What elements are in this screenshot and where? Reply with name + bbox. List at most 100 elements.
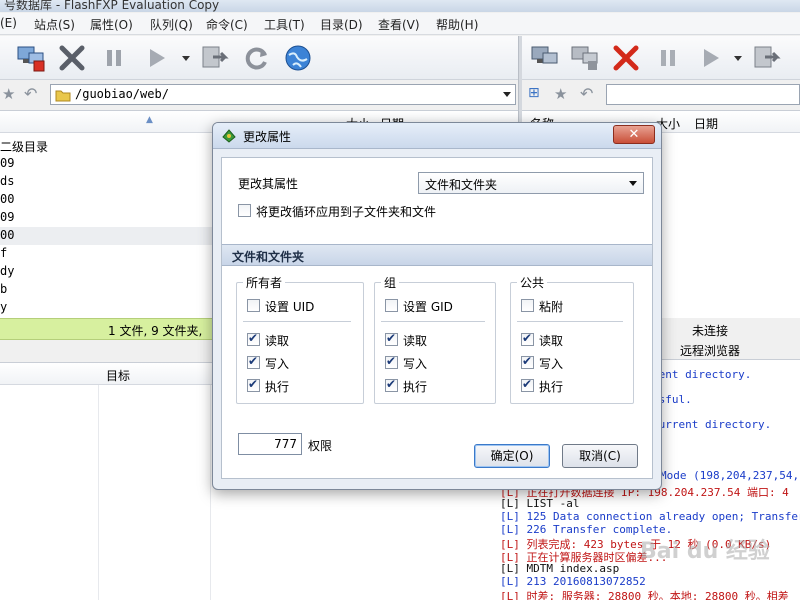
back-arrow-icon[interactable]: ↶ — [24, 84, 37, 103]
group-group: 组 设置 GID 读取 写入 执行 — [374, 274, 496, 404]
group-exec-checkbox[interactable] — [385, 377, 398, 392]
owner-group: 所有者 设置 UID 读取 写入 执行 — [236, 274, 364, 404]
owner-group-title: 所有者 — [243, 274, 286, 291]
remote-path-bar: ⊞ ★ ↶ — [522, 82, 800, 108]
log-line: [L] LIST -al — [500, 497, 580, 510]
public-exec-label: 执行 — [539, 380, 564, 394]
remote-path-combo[interactable] — [606, 84, 800, 105]
owner-write-label: 写入 — [265, 357, 290, 371]
play-dropdown-arrow[interactable] — [734, 56, 742, 61]
chevron-down-icon[interactable] — [503, 92, 511, 97]
change-target-label: 更改其属性 — [238, 177, 299, 191]
recursive-checkbox[interactable] — [238, 204, 251, 217]
column-divider — [98, 385, 99, 600]
public-write-label: 写入 — [539, 357, 564, 371]
window-title: 号数据库 - FlashFXP Evaluation Copy — [4, 0, 220, 12]
public-group: 公共 粘附 读取 写入 执行 — [510, 274, 634, 404]
connect-icon[interactable] — [14, 42, 46, 74]
set-uid-checkbox[interactable] — [247, 299, 260, 312]
change-attributes-dialog: 更改属性 ✕ 更改其属性 文件和文件夹 将更改循环应用到子文件夹和文件 文件和文… — [212, 122, 662, 490]
star-icon[interactable]: ★ — [554, 85, 567, 103]
set-gid-checkbox[interactable] — [385, 299, 398, 312]
sticky-checkbox[interactable] — [521, 299, 534, 312]
chevron-down-icon — [629, 181, 637, 186]
owner-exec-label: 执行 — [265, 380, 290, 394]
group-group-title: 组 — [381, 274, 400, 291]
section-title: 文件和文件夹 — [232, 250, 305, 264]
star-icon[interactable]: ★ — [2, 85, 15, 103]
remote-status-text: 未连接 — [692, 324, 729, 338]
menu-edit[interactable]: (E) — [0, 16, 17, 30]
local-status-text: 1 文件, 9 文件夹, — [108, 324, 203, 338]
abort-icon[interactable] — [56, 42, 88, 74]
folder-icon — [55, 90, 71, 102]
group-write-checkbox[interactable] — [385, 354, 398, 369]
public-exec-checkbox[interactable] — [521, 377, 534, 392]
tree-icon[interactable]: ⊞ — [528, 85, 540, 101]
transfer-icon[interactable] — [198, 42, 230, 74]
set-uid-label: 设置 UID — [265, 300, 315, 314]
public-read-checkbox[interactable] — [521, 331, 534, 346]
owner-read-checkbox[interactable] — [247, 331, 260, 346]
sort-arrow-icon: ▲ — [146, 115, 153, 125]
menu-help[interactable]: 帮助(H) — [436, 16, 478, 33]
pause-icon[interactable] — [652, 42, 684, 74]
permission-label: 权限 — [308, 439, 333, 453]
transfer-icon[interactable] — [750, 42, 782, 74]
log-line: rent directory. — [652, 368, 752, 381]
remote-toolbar — [522, 36, 800, 80]
public-group-title: 公共 — [517, 274, 548, 291]
cancel-button[interactable]: 取消(C) — [562, 444, 638, 468]
refresh-icon[interactable] — [240, 42, 272, 74]
local-path-combo[interactable]: /guobiao/web/ — [50, 84, 516, 105]
group-write-label: 写入 — [403, 357, 428, 371]
dialog-title: 更改属性 — [243, 130, 292, 144]
globe-icon[interactable] — [282, 42, 314, 74]
play-icon[interactable] — [694, 42, 726, 74]
permission-value: 777 — [274, 437, 297, 451]
column-date[interactable]: 日期 — [694, 115, 718, 132]
abort-icon[interactable] — [610, 42, 642, 74]
ok-button[interactable]: 确定(O) — [474, 444, 550, 468]
owner-exec-checkbox[interactable] — [247, 377, 260, 392]
permission-input[interactable]: 777 — [238, 433, 302, 455]
close-icon[interactable]: ✕ — [613, 125, 655, 144]
column-target[interactable]: 目标 — [106, 367, 130, 384]
public-read-label: 读取 — [539, 334, 564, 348]
dialog-title-bar[interactable]: 更改属性 ✕ — [213, 123, 661, 149]
menu-view[interactable]: 查看(V) — [378, 16, 420, 33]
app-icon — [222, 129, 236, 143]
recursive-label: 将更改循环应用到子文件夹和文件 — [256, 205, 437, 219]
change-target-value: 文件和文件夹 — [425, 178, 498, 192]
local-path-text: /guobiao/web/ — [75, 87, 169, 101]
section-header: 文件和文件夹 — [222, 244, 652, 266]
menu-options[interactable]: 属性(O) — [90, 16, 133, 33]
menu-queue[interactable]: 队列(Q) — [150, 16, 193, 33]
play-dropdown-arrow[interactable] — [182, 56, 190, 61]
title-bar: 号数据库 - FlashFXP Evaluation Copy — [0, 0, 800, 12]
set-gid-label: 设置 GID — [403, 300, 453, 314]
log-line: [L] MDTM index.asp — [500, 562, 620, 575]
watermark: Bai du 经验 — [640, 539, 770, 564]
pause-icon[interactable] — [98, 42, 130, 74]
sticky-label: 粘附 — [539, 300, 564, 314]
public-write-checkbox[interactable] — [521, 354, 534, 369]
change-target-select[interactable]: 文件和文件夹 — [418, 172, 644, 194]
menu-bar: (E) 站点(S) 属性(O) 队列(Q) 命令(C) 工具(T) 目录(D) … — [0, 13, 800, 35]
group-read-checkbox[interactable] — [385, 331, 398, 346]
play-icon[interactable] — [140, 42, 172, 74]
menu-commands[interactable]: 命令(C) — [206, 16, 248, 33]
local-path-bar: ★ ↶ /guobiao/web/ — [0, 82, 518, 108]
local-toolbar — [0, 36, 518, 80]
log-line: Mode (198,204,237,54,1 — [660, 469, 800, 482]
dialog-body: 更改其属性 文件和文件夹 将更改循环应用到子文件夹和文件 文件和文件夹 所有者 … — [221, 157, 653, 479]
disconnect-icon[interactable] — [568, 42, 600, 74]
back-arrow-icon[interactable]: ↶ — [580, 84, 593, 103]
log-line: [L] 213 20160813072852 — [500, 575, 646, 588]
menu-directory[interactable]: 目录(D) — [320, 16, 363, 33]
menu-tools[interactable]: 工具(T) — [264, 16, 305, 33]
owner-write-checkbox[interactable] — [247, 354, 260, 369]
group-separator — [381, 321, 485, 322]
connect-icon[interactable] — [528, 42, 560, 74]
menu-sites[interactable]: 站点(S) — [34, 16, 75, 33]
